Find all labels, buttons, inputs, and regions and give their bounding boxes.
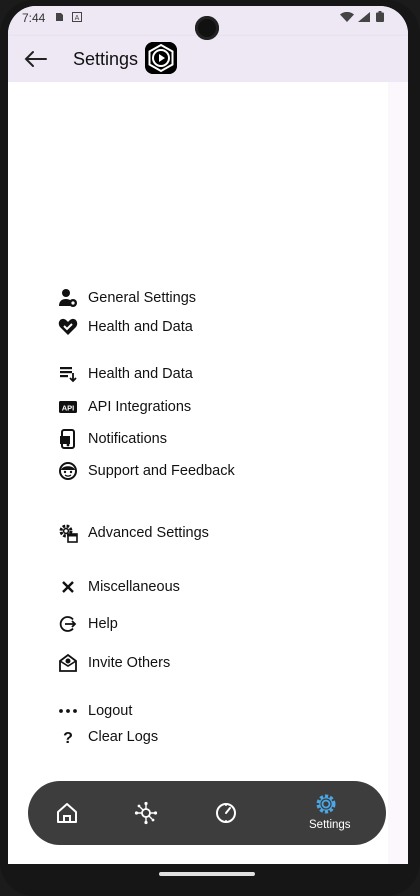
status-time: 7:44 (22, 11, 46, 25)
scroll-edge (388, 82, 408, 864)
svg-text:?: ? (63, 730, 73, 747)
svg-text:A: A (75, 15, 80, 22)
face-support-icon (58, 461, 78, 481)
person-gear-icon (58, 288, 78, 308)
screen: 7:44 A Settings General Settings Health … (8, 6, 408, 864)
logout-circle-icon (58, 614, 78, 634)
menu-item-label: Clear Logs (88, 729, 159, 745)
menu-item-label: Advanced Settings (88, 525, 209, 541)
menu-item-health-and-data-export[interactable]: Health and Data (58, 362, 193, 386)
nav-home-button[interactable] (47, 793, 87, 833)
phone-notification-icon (58, 429, 78, 449)
menu-item-advanced-settings[interactable]: Advanced Settings (58, 521, 209, 545)
app-logo (145, 42, 177, 74)
menu-item-clear-logs[interactable]: ? Clear Logs (58, 725, 158, 749)
menu-item-invite-others[interactable]: Invite Others (58, 651, 170, 675)
menu-item-support-and-feedback[interactable]: Support and Feedback (58, 459, 235, 483)
menu-item-label: Notifications (88, 431, 167, 447)
back-arrow-icon[interactable] (22, 46, 48, 72)
sd-card-icon (56, 13, 63, 21)
gear-window-icon (58, 523, 78, 543)
menu-item-label: API Integrations (88, 399, 192, 415)
menu-item-label: Logout (88, 703, 133, 719)
battery-icon (376, 11, 384, 22)
nav-settings-label: Settings (309, 819, 351, 831)
front-camera (195, 16, 219, 40)
settings-list: General Settings Health and Data Health … (8, 82, 388, 864)
menu-item-label: Support and Feedback (88, 463, 235, 479)
api-icon: API (58, 397, 78, 417)
mail-invite-icon (58, 653, 78, 673)
menu-item-label: Invite Others (88, 655, 171, 671)
svg-text:API: API (62, 404, 75, 413)
heart-check-icon (58, 317, 78, 337)
menu-item-miscellaneous[interactable]: Miscellaneous (58, 575, 180, 599)
menu-item-label: Help (88, 616, 118, 632)
home-icon (57, 803, 77, 823)
nav-timer-button[interactable] (206, 793, 246, 833)
menu-item-help[interactable]: Help (58, 612, 118, 636)
network-icon (134, 801, 158, 825)
menu-item-notifications[interactable]: Notifications (58, 427, 167, 451)
nav-settings-button[interactable] (307, 789, 345, 819)
close-x-icon (58, 577, 78, 597)
menu-item-api-integrations[interactable]: API API Integrations (58, 395, 191, 419)
signal-icon (358, 12, 370, 22)
device-frame: 7:44 A Settings General Settings Health … (0, 0, 420, 896)
menu-item-general-settings[interactable]: General Settings (58, 286, 196, 310)
menu-item-label: Health and Data (88, 366, 193, 382)
menu-item-logout[interactable]: Logout (58, 699, 132, 723)
menu-item-label: Miscellaneous (88, 579, 180, 595)
page-title: Settings (73, 49, 139, 69)
menu-item-label: General Settings (88, 290, 197, 306)
home-indicator[interactable] (159, 872, 255, 876)
question-icon: ? (58, 727, 78, 747)
nav-network-button[interactable] (126, 793, 166, 833)
wifi-icon (340, 12, 354, 22)
timer-icon (216, 803, 236, 823)
font-icon: A (72, 12, 82, 22)
menu-item-label: Health and Data (88, 319, 193, 335)
gear-icon (316, 794, 336, 814)
app-bar: Settings (8, 36, 408, 82)
list-download-icon (58, 364, 78, 384)
more-dots-icon (58, 701, 78, 721)
menu-item-health-and-data[interactable]: Health and Data (58, 315, 193, 339)
bottom-nav-bar: Settings (28, 781, 386, 845)
